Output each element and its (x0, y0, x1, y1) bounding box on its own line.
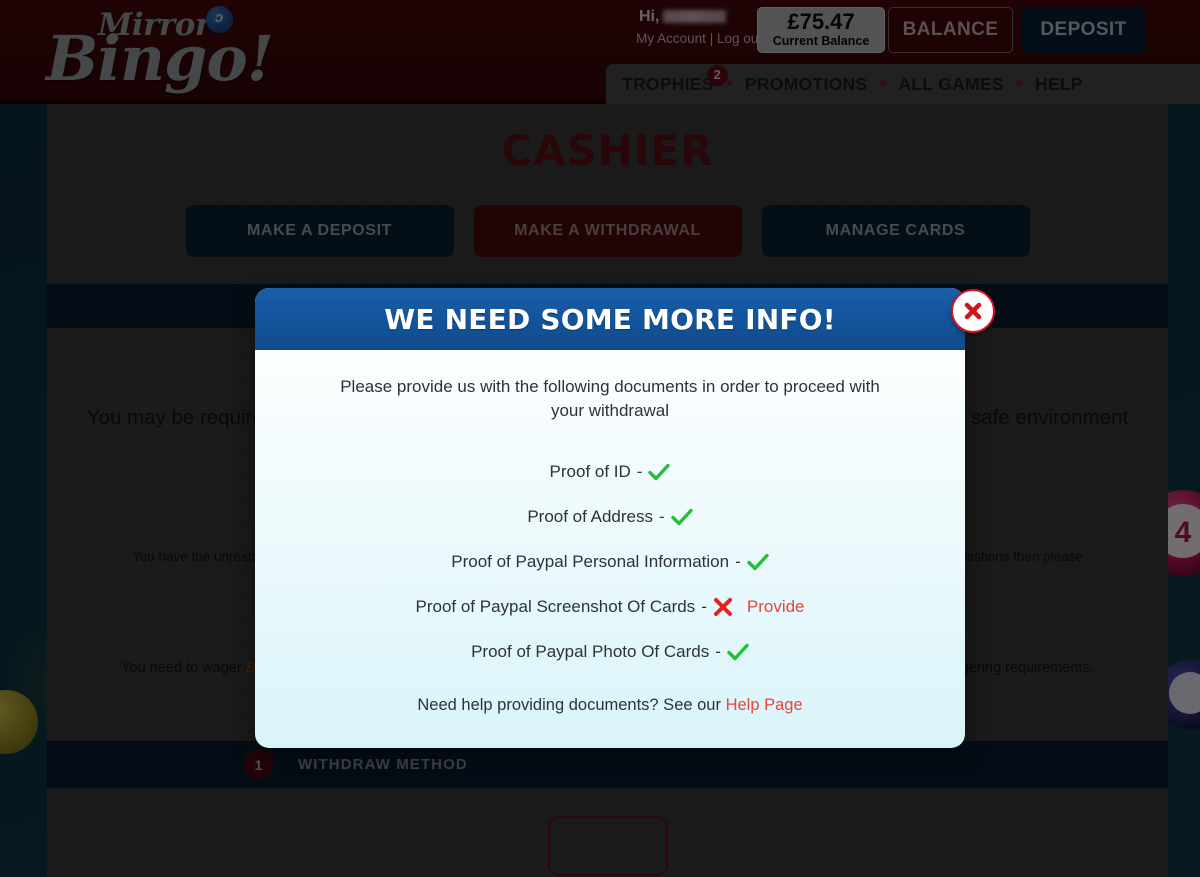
document-row-proof-of-address: Proof of Address - (255, 494, 965, 539)
check-icon (747, 553, 769, 571)
modal-footer: Need help providing documents? See our H… (255, 696, 965, 715)
modal-footer-text: Need help providing documents? See our (417, 696, 726, 714)
check-icon (648, 463, 671, 481)
document-label: Proof of ID (549, 461, 631, 481)
modal-title: WE NEED SOME MORE INFO! (384, 302, 836, 336)
modal-header: WE NEED SOME MORE INFO! (255, 288, 965, 350)
check-icon (670, 508, 693, 526)
document-label: Proof of Paypal Personal Information (451, 551, 730, 571)
document-row-paypal-photo-of-cards: Proof of Paypal Photo Of Cards - (255, 629, 965, 674)
document-label: Proof of Paypal Screenshot Of Cards (415, 596, 696, 616)
help-page-link[interactable]: Help Page (726, 696, 803, 714)
check-icon (727, 643, 749, 661)
document-row-proof-of-id: Proof of ID - (255, 449, 965, 494)
document-dash: - (659, 506, 665, 526)
document-row-paypal-screenshot-of-cards: Proof of Paypal Screenshot Of Cards - Pr… (255, 584, 965, 629)
modal-intro-text: Please provide us with the following doc… (340, 377, 880, 420)
document-dash: - (715, 641, 721, 661)
document-label: Proof of Address (527, 506, 653, 526)
document-row-paypal-personal-information: Proof of Paypal Personal Information - (255, 539, 965, 584)
document-dash: - (636, 461, 643, 481)
document-dash: - (735, 551, 741, 571)
close-icon[interactable] (951, 289, 995, 333)
provide-document-link[interactable]: Provide (747, 597, 805, 617)
more-info-modal: WE NEED SOME MORE INFO! Please provide u… (255, 288, 995, 748)
document-requirements-list: Proof of ID - Proof of Address - Proof o… (255, 449, 965, 674)
document-label: Proof of Paypal Photo Of Cards (471, 641, 710, 661)
cross-icon (713, 597, 733, 617)
document-dash: - (701, 596, 707, 616)
